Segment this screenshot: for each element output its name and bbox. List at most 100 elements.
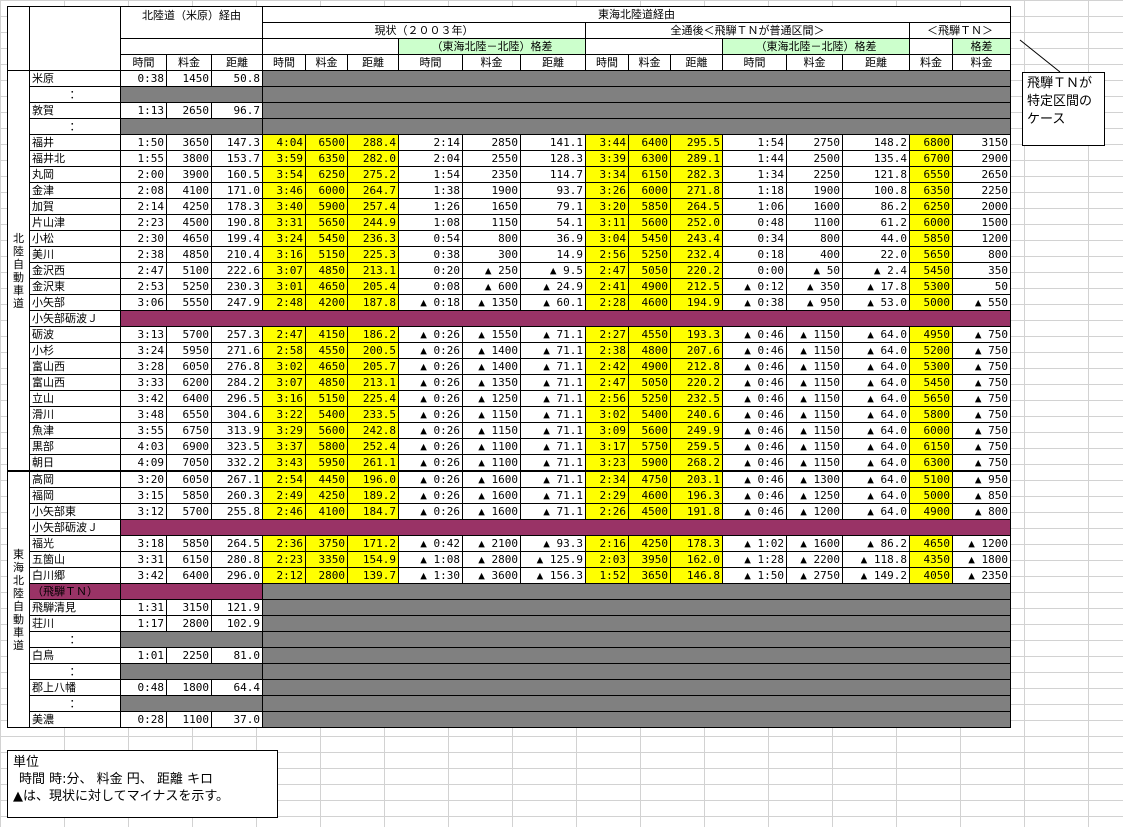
current-time: 2:47	[262, 326, 306, 343]
current-fare: 6500	[305, 134, 348, 151]
current-time: 3:43	[262, 454, 306, 472]
hokuriku-time: 3:12	[120, 503, 167, 520]
hida-diff-fare: ▲ 750	[952, 406, 1011, 423]
station-name: 丸岡	[29, 166, 121, 183]
current-diff-fare: 1900	[462, 182, 521, 199]
hida-diff-fare: ▲ 2350	[952, 567, 1011, 584]
table-row: 小杉 3:24 5950 271.6 2:58 4550 200.5 ▲ 0:26 ▲ 1400…	[8, 342, 1011, 359]
full-dist: 212.8	[670, 358, 723, 375]
full-fare: 4600	[628, 294, 671, 311]
section-label-hokuriku: 北陸自動車道	[7, 70, 30, 472]
hokuriku-fare: 4100	[166, 182, 212, 199]
hokuriku-dist: 280.8	[211, 551, 263, 568]
current-fare: 5400	[305, 406, 348, 423]
current-fare: 5900	[305, 198, 348, 215]
current-time: 3:16	[262, 390, 306, 407]
current-diff-dist: ▲ 71.1	[520, 374, 586, 391]
full-diff-dist: 22.0	[842, 246, 910, 263]
col-dist: 距離	[347, 54, 399, 71]
current-dist: 213.1	[347, 262, 399, 279]
station-name: 富山西	[29, 374, 121, 391]
current-dist: 244.9	[347, 214, 399, 231]
table-row: 荘川 1:17 2800 102.9	[8, 615, 1011, 632]
full-fare: 6400	[628, 134, 671, 151]
hokuriku-time: 0:38	[120, 70, 167, 87]
hida-fare: 4350	[909, 551, 953, 568]
hokuriku-fare: 3900	[166, 166, 212, 183]
full-diff-fare: ▲ 1150	[786, 358, 843, 375]
full-time: 2:42	[585, 358, 629, 375]
hokuriku-dist: 50.8	[211, 70, 263, 87]
current-dist: 187.8	[347, 294, 399, 311]
full-dist: 220.2	[670, 374, 723, 391]
col-fare: 料金	[305, 54, 348, 71]
current-diff-time: 2:14	[398, 134, 463, 151]
hokuriku-time: 3:13	[120, 326, 167, 343]
hokuriku-fare: 6550	[166, 406, 212, 423]
section-label-char: 車	[13, 283, 24, 297]
current-fare: 4450	[305, 470, 348, 488]
hida-fare: 4900	[909, 503, 953, 520]
full-diff-fare: ▲ 1150	[786, 326, 843, 343]
current-diff-time: ▲ 1:30	[398, 567, 463, 584]
hokuriku-dist: 313.9	[211, 422, 263, 439]
hida-diff-fare: 1500	[952, 214, 1011, 231]
table-row: 滑川 3:48 6550 304.6 3:22 5400 233.5 ▲ 0:26 ▲ 1150…	[8, 406, 1011, 423]
full-diff-time: ▲ 0:46	[722, 487, 787, 504]
full-diff-dist: ▲ 64.0	[842, 406, 910, 423]
current-diff-fare: ▲ 2800	[462, 551, 521, 568]
spreadsheet: 北陸道（米原）経由 東海北陸道経由 現状（２００３年） 全通後＜飛騨ＴＮが普通区…	[0, 0, 1123, 827]
current-time: 3:40	[262, 198, 306, 215]
full-diff-dist: 148.2	[842, 134, 910, 151]
col-fare: 料金	[462, 54, 521, 71]
full-diff-dist: ▲ 64.0	[842, 487, 910, 504]
col-time: 時間	[585, 54, 629, 71]
full-time: 2:41	[585, 278, 629, 295]
current-diff-time: ▲ 0:42	[398, 535, 463, 552]
full-diff-fare: 1600	[786, 198, 843, 215]
current-diff-fare: ▲ 1100	[462, 454, 521, 472]
hokuriku-dist: 230.3	[211, 278, 263, 295]
full-diff-dist: ▲ 118.8	[842, 551, 910, 568]
hokuriku-fare: 6400	[166, 390, 212, 407]
current-diff-dist: ▲ 71.1	[520, 390, 586, 407]
hokuriku-dist: 222.6	[211, 262, 263, 279]
current-dist: 288.4	[347, 134, 399, 151]
section-label-char: 動	[13, 612, 24, 626]
hokuriku-time: 2:14	[120, 198, 167, 215]
hida-diff-fare: ▲ 1200	[952, 535, 1011, 552]
current-diff-fare: ▲ 1600	[462, 470, 521, 488]
hida-diff-fare: ▲ 950	[952, 470, 1011, 488]
current-diff-fare: ▲ 1550	[462, 326, 521, 343]
full-diff-fare: 1900	[786, 182, 843, 199]
col-fare: 料金	[909, 54, 953, 71]
current-diff-dist: ▲ 71.1	[520, 438, 586, 455]
full-diff-fare: ▲ 350	[786, 278, 843, 295]
full-diff-dist: ▲ 64.0	[842, 390, 910, 407]
col-dist: 距離	[211, 54, 263, 71]
full-diff-fare: ▲ 1150	[786, 374, 843, 391]
hida-fare: 5800	[909, 406, 953, 423]
current-dist: 225.4	[347, 390, 399, 407]
section-label-char: 東	[13, 547, 24, 561]
hida-fare: 5300	[909, 358, 953, 375]
hokuriku-fare: 5550	[166, 294, 212, 311]
current-diff-dist: 79.1	[520, 198, 586, 215]
hokuriku-dist: 37.0	[211, 711, 263, 728]
current-diff-fare: ▲ 1400	[462, 358, 521, 375]
full-diff-time: ▲ 0:46	[722, 374, 787, 391]
table-row: 富山西 3:28 6050 276.8 3:02 4650 205.7 ▲ 0:26 ▲ 140…	[8, 358, 1011, 375]
station-name: 片山津	[29, 214, 121, 231]
current-time: 3:59	[262, 150, 306, 167]
current-fare: 4650	[305, 278, 348, 295]
current-diff-dist: ▲ 71.1	[520, 422, 586, 439]
empty-cell	[262, 695, 1011, 712]
col-dist: 距離	[520, 54, 586, 71]
current-time: 3:29	[262, 422, 306, 439]
full-dist: 203.1	[670, 470, 723, 488]
current-diff-fare: ▲ 1100	[462, 438, 521, 455]
table-row: 小矢部 3:06 5550 247.9 2:48 4200 187.8 ▲ 0:18 ▲ 135…	[8, 294, 1011, 311]
hokuriku-fare: 5850	[166, 535, 212, 552]
station-name: 福光	[29, 535, 121, 552]
section-label-char: 動	[13, 270, 24, 284]
